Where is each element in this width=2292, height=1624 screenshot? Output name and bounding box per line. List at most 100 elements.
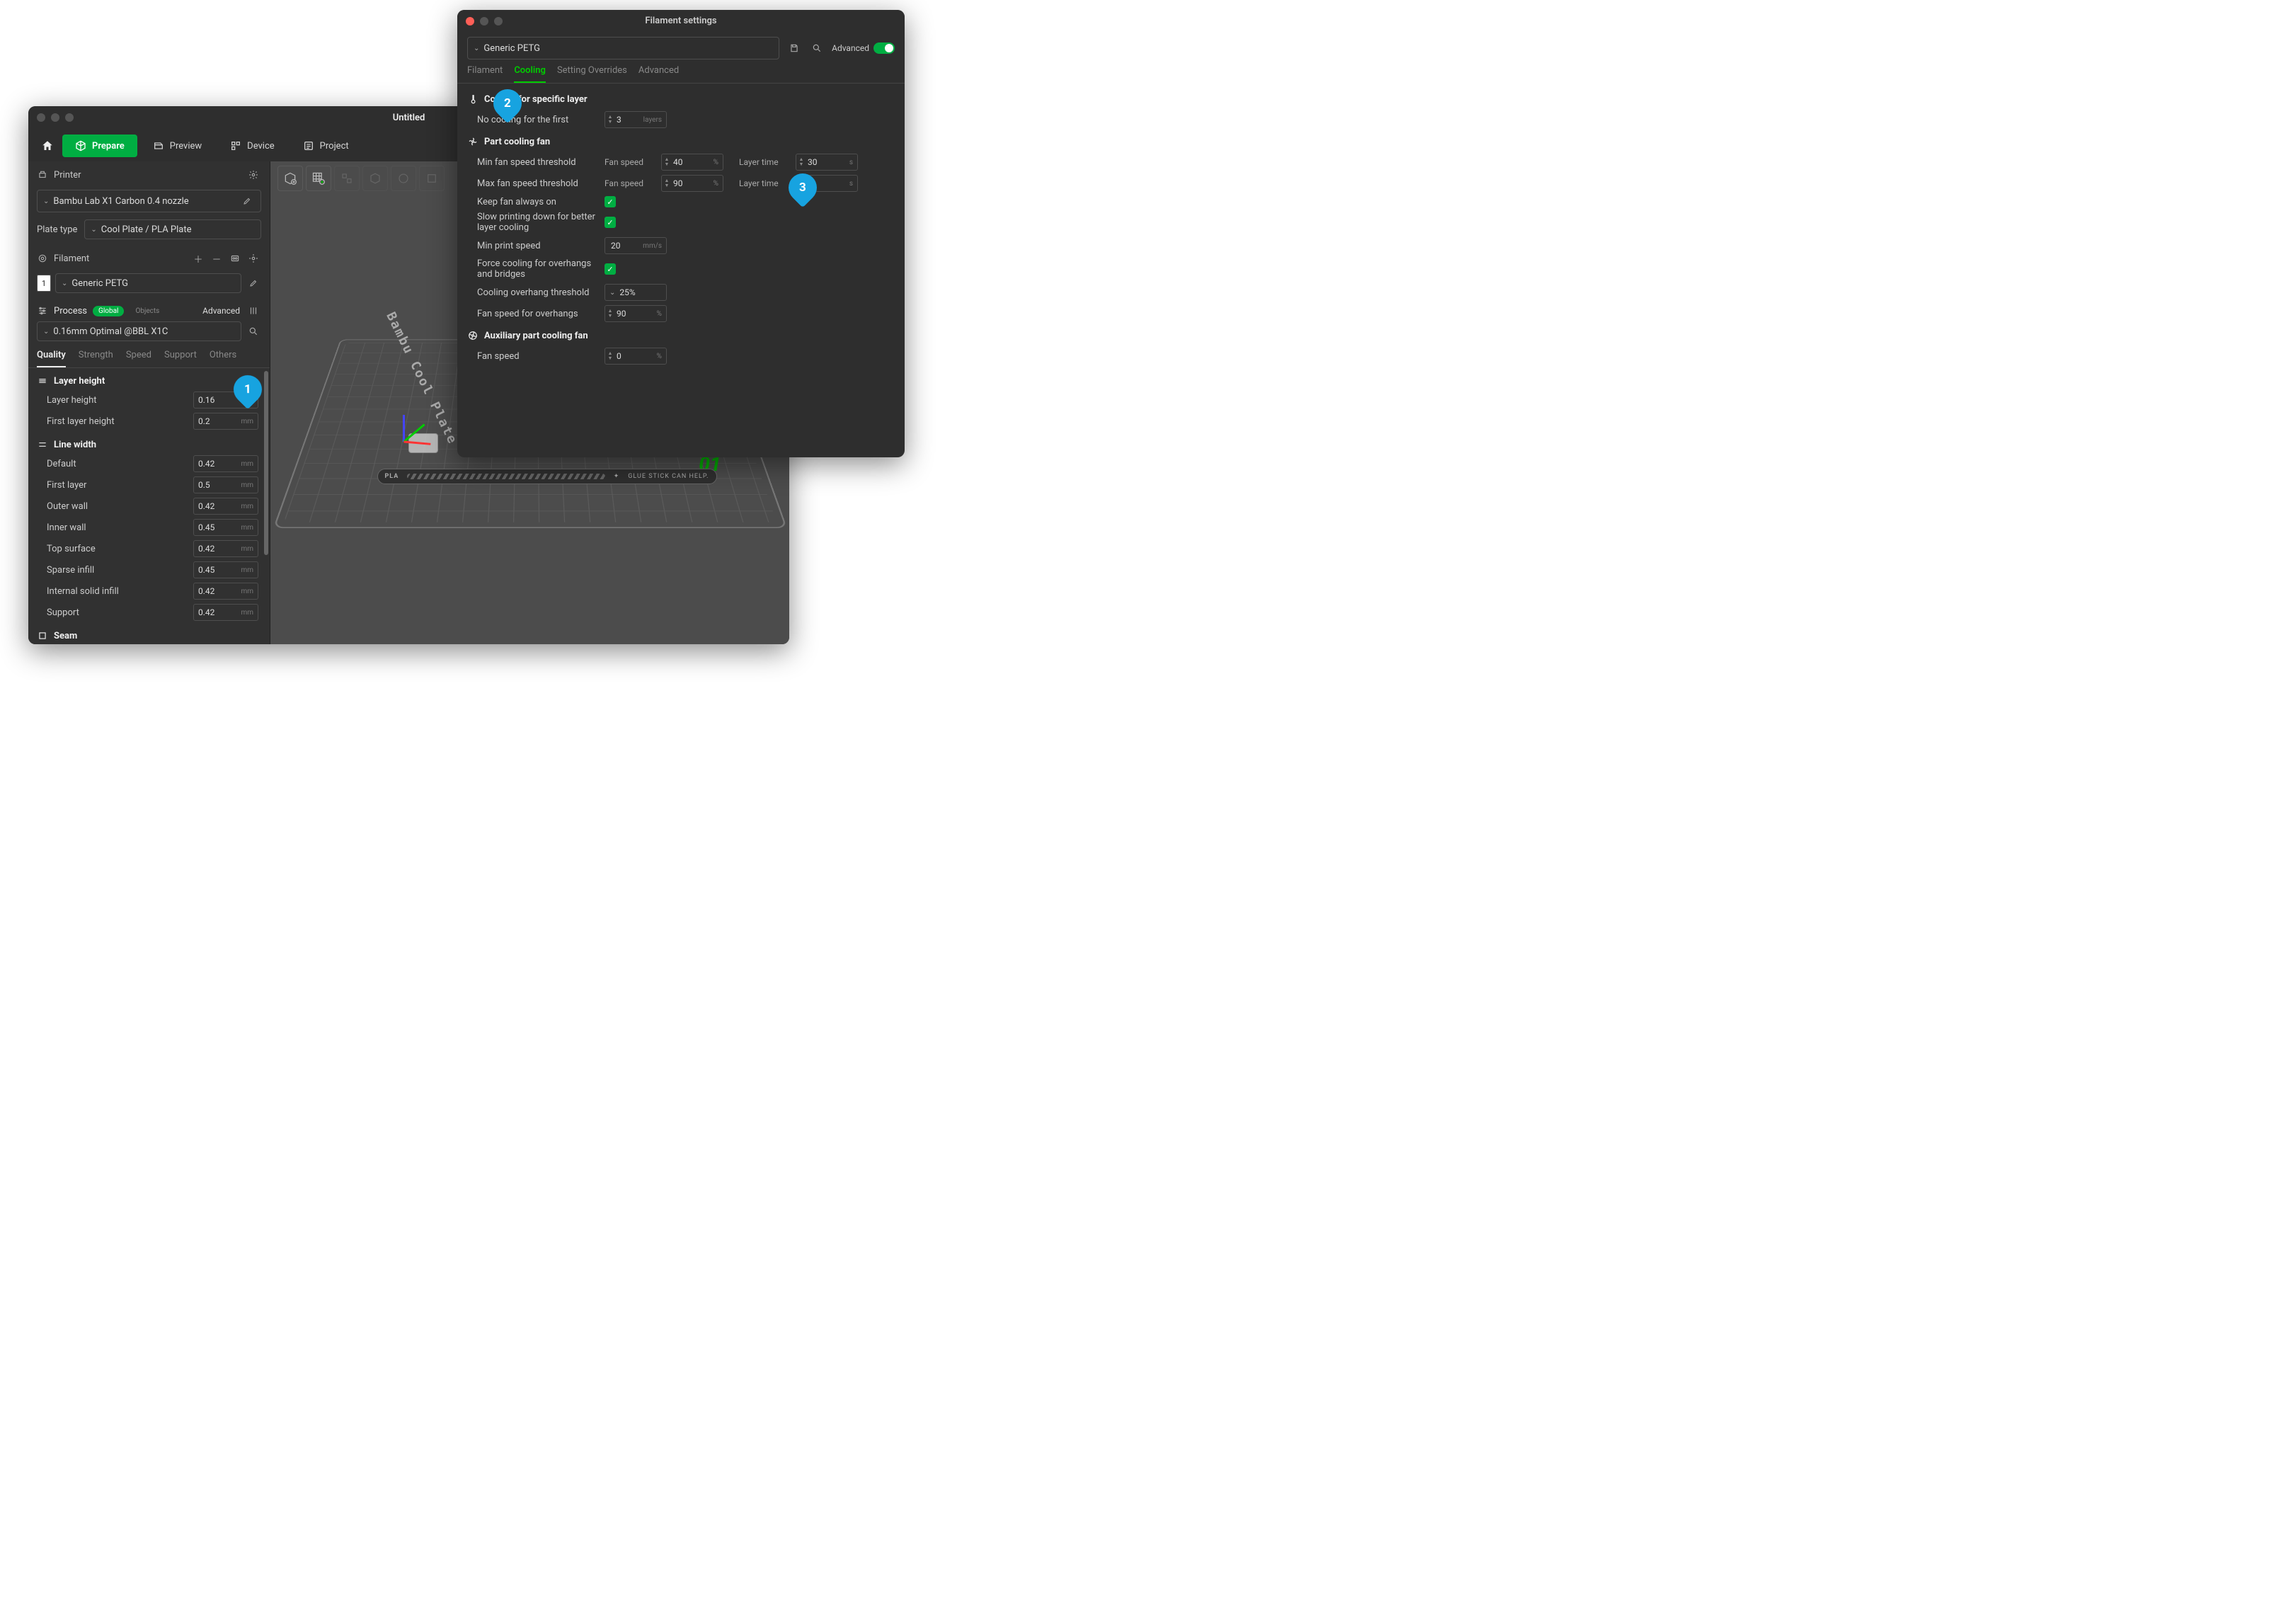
fs-group-part-fan: Part cooling fan — [467, 130, 895, 151]
first-layer-height-input[interactable]: 0.2mm — [193, 413, 258, 430]
layers-icon — [37, 375, 48, 387]
fs-header: ⌄Generic PETG Advanced — [457, 33, 905, 65]
filament-section-header: Filament ＋ － — [28, 245, 270, 272]
force-cooling-checkbox[interactable]: ✓ — [604, 263, 616, 275]
axis-z — [403, 415, 405, 442]
chevron-down-icon: ⌄ — [43, 328, 49, 336]
edit-icon — [243, 197, 251, 205]
preset-search-button[interactable] — [246, 324, 261, 339]
process-subtabs: Quality Strength Speed Support Others — [28, 345, 270, 368]
line-width-icon — [37, 439, 48, 450]
tab-project[interactable]: Project — [290, 135, 362, 157]
lw-outer-input[interactable]: 0.42mm — [193, 498, 258, 515]
aux-fan-icon — [467, 330, 479, 341]
chevron-down-icon: ⌄ — [609, 289, 615, 297]
filament-add-button[interactable]: ＋ — [190, 251, 206, 266]
fs-advanced-toggle[interactable]: Advanced — [832, 42, 895, 54]
search-icon — [812, 43, 822, 53]
min-print-speed-input[interactable]: 20mm/s — [604, 237, 667, 254]
lw-top-input[interactable]: 0.42mm — [193, 540, 258, 557]
keep-fan-on-checkbox[interactable]: ✓ — [604, 196, 616, 207]
tab-preview[interactable]: Preview — [140, 135, 214, 157]
filament-settings-button[interactable] — [246, 251, 261, 266]
filament-color-swatch[interactable]: 1 — [37, 275, 51, 292]
thermometer-icon — [467, 93, 479, 105]
edit-icon — [249, 279, 258, 287]
fs-search-button[interactable] — [809, 40, 825, 56]
filament-edit-button[interactable] — [246, 275, 261, 291]
cube-icon — [75, 140, 86, 151]
no-cooling-layers-input[interactable]: ▲▼3layers — [604, 111, 667, 128]
filament-remove-button[interactable]: － — [209, 251, 224, 266]
subtab-others[interactable]: Others — [210, 350, 236, 367]
lw-sparse-input[interactable]: 0.45mm — [193, 561, 258, 578]
preview-icon — [153, 140, 164, 151]
fan-icon — [467, 136, 479, 147]
printer-select[interactable]: ⌄Bambu Lab X1 Carbon 0.4 nozzle — [37, 190, 261, 212]
filament-settings-window: Filament settings ⌄Generic PETG Advanced… — [457, 10, 905, 457]
chevron-down-icon: ⌄ — [474, 45, 479, 52]
subtab-strength[interactable]: Strength — [79, 350, 113, 367]
group-line-width: Line width — [28, 432, 270, 453]
process-preset-select[interactable]: ⌄0.16mm Optimal @BBL X1C — [37, 321, 241, 341]
fs-titlebar: Filament settings — [457, 10, 905, 33]
plate-type-select[interactable]: ⌄Cool Plate / PLA Plate — [84, 219, 261, 239]
tab-prepare[interactable]: Prepare — [62, 135, 137, 157]
ams-icon — [230, 253, 240, 263]
fs-tab-cooling[interactable]: Cooling — [514, 65, 546, 83]
slow-printing-checkbox[interactable]: ✓ — [604, 217, 616, 228]
subtab-speed[interactable]: Speed — [126, 350, 151, 367]
process-more-button[interactable] — [246, 303, 261, 319]
process-settings-scroll[interactable]: Layer height Layer height0.16mm First la… — [28, 368, 270, 644]
filament-sync-button[interactable] — [227, 251, 243, 266]
home-button[interactable] — [35, 135, 59, 157]
fs-body: Cooling for specific layer No cooling fo… — [457, 84, 905, 371]
lw-first-input[interactable]: 0.5mm — [193, 476, 258, 493]
fs-tab-filament[interactable]: Filament — [467, 65, 503, 83]
home-icon — [41, 139, 54, 152]
fs-group-specific-layer: Cooling for specific layer — [467, 88, 895, 109]
filament-icon — [37, 253, 48, 264]
fs-group-aux-fan: Auxiliary part cooling fan — [467, 324, 895, 345]
printer-icon — [37, 169, 48, 181]
chevron-down-icon: ⌄ — [43, 198, 49, 205]
lw-support-input[interactable]: 0.42mm — [193, 604, 258, 621]
glue-icon: ✦ — [614, 473, 620, 480]
scrollbar-thumb[interactable] — [264, 371, 268, 555]
plate-type-row: Plate type ⌄Cool Plate / PLA Plate — [28, 217, 270, 245]
filament-select[interactable]: ⌄Generic PETG — [55, 273, 241, 293]
device-icon — [230, 140, 241, 151]
min-layer-time-input[interactable]: ▲▼30s — [796, 154, 858, 171]
fs-save-button[interactable] — [786, 40, 802, 56]
axis-y — [403, 423, 425, 442]
chevron-down-icon: ⌄ — [62, 280, 67, 287]
fs-preset-select[interactable]: ⌄Generic PETG — [467, 37, 779, 59]
fs-tab-overrides[interactable]: Setting Overrides — [557, 65, 627, 83]
max-fan-speed-input[interactable]: ▲▼90% — [661, 175, 723, 192]
subtab-quality[interactable]: Quality — [37, 350, 66, 367]
tab-device[interactable]: Device — [217, 135, 287, 157]
subtab-support[interactable]: Support — [164, 350, 197, 367]
chevron-down-icon: ⌄ — [91, 226, 96, 234]
min-fan-speed-input[interactable]: ▲▼40% — [661, 154, 723, 171]
axis-gizmo[interactable] — [403, 406, 438, 442]
group-seam: Seam — [28, 623, 270, 644]
aux-fan-speed-input[interactable]: ▲▼0% — [604, 348, 667, 365]
printer-edit-button[interactable] — [239, 193, 255, 209]
plate-decoration — [407, 474, 604, 479]
process-objects-pill[interactable]: Objects — [130, 306, 165, 316]
lw-default-input[interactable]: 0.42mm — [193, 455, 258, 472]
fs-title: Filament settings — [457, 10, 905, 33]
lw-inner-input[interactable]: 0.45mm — [193, 519, 258, 536]
search-icon — [248, 326, 258, 336]
overhang-fan-speed-input[interactable]: ▲▼90% — [604, 305, 667, 322]
printer-settings-button[interactable] — [246, 167, 261, 183]
fs-tab-advanced[interactable]: Advanced — [638, 65, 679, 83]
project-icon — [303, 140, 314, 151]
seam-icon — [37, 630, 48, 641]
lw-solid-input[interactable]: 0.42mm — [193, 583, 258, 600]
process-global-pill[interactable]: Global — [93, 306, 124, 316]
overhang-threshold-select[interactable]: ⌄25% — [604, 284, 667, 301]
gear-icon — [248, 170, 258, 180]
process-advanced-toggle[interactable]: Advanced — [202, 306, 240, 316]
